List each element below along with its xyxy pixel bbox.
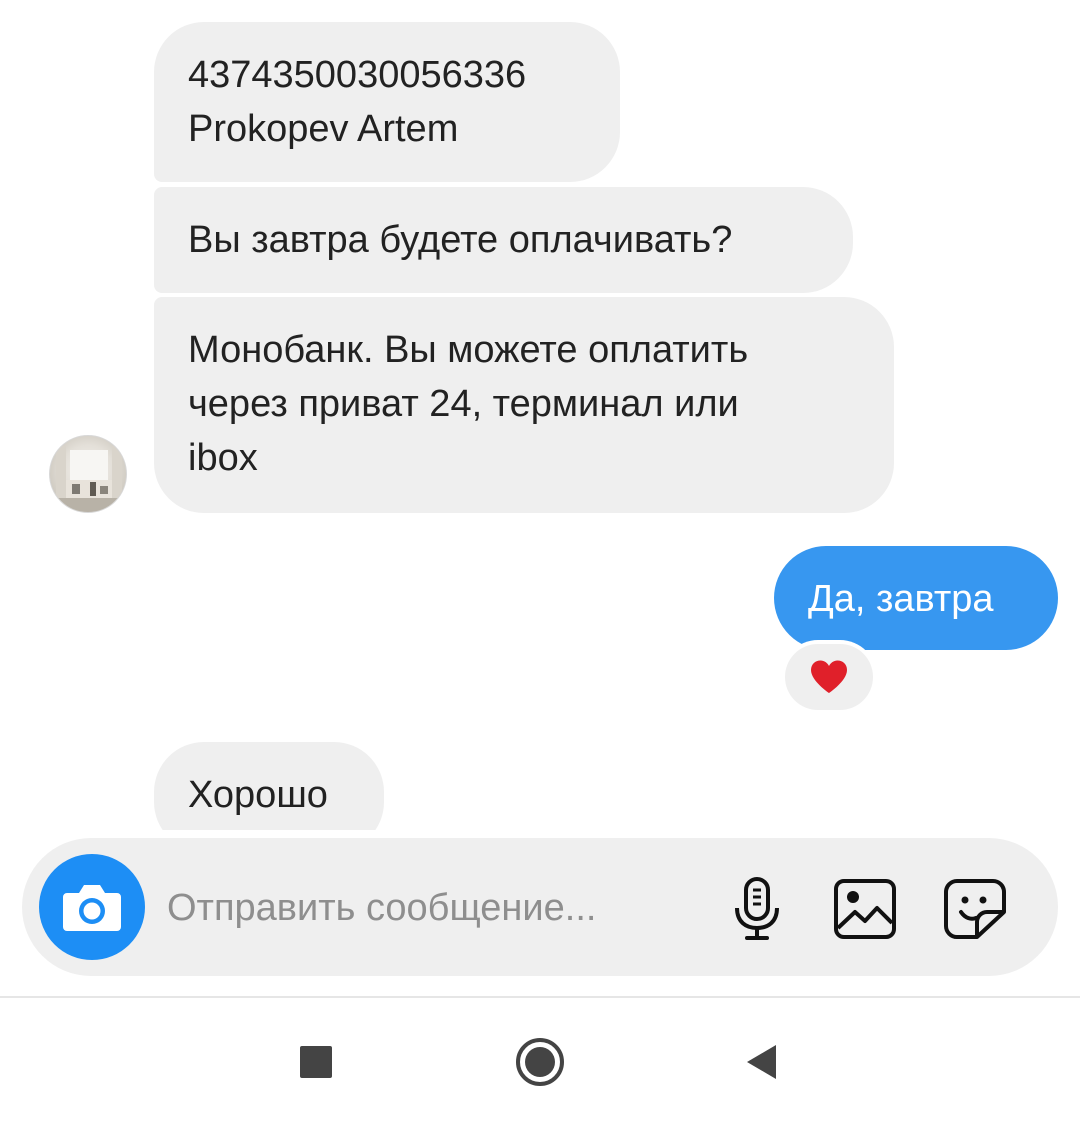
sticker-icon bbox=[944, 879, 1006, 939]
system-navigation-bar bbox=[0, 998, 1080, 1128]
message-text: 4374350030056336 Prokopev Artem bbox=[188, 54, 527, 150]
image-gallery-icon bbox=[834, 879, 896, 939]
sender-avatar[interactable] bbox=[49, 435, 127, 513]
message-text: Да, завтра bbox=[808, 578, 994, 620]
message-bubble-incoming[interactable]: Монобанк. Вы можете оплатить через прива… bbox=[154, 297, 894, 513]
message-reaction[interactable] bbox=[785, 644, 873, 710]
heart-icon bbox=[811, 660, 847, 693]
message-text: Хорошо bbox=[188, 774, 328, 816]
camera-icon bbox=[63, 885, 121, 931]
recents-button[interactable] bbox=[284, 1030, 348, 1094]
camera-button[interactable] bbox=[39, 854, 145, 960]
voice-message-button[interactable] bbox=[724, 876, 790, 942]
message-bubble-incoming[interactable]: 4374350030056336 Prokopev Artem bbox=[154, 22, 620, 182]
chat-screen: 4374350030056336 Prokopev Artem Вы завтр… bbox=[0, 0, 1080, 1128]
composer-area bbox=[0, 830, 1080, 996]
square-recents-icon bbox=[300, 1046, 332, 1078]
back-button[interactable] bbox=[730, 1030, 794, 1094]
circle-home-icon bbox=[516, 1038, 564, 1086]
gallery-button[interactable] bbox=[832, 876, 898, 942]
sticker-button[interactable] bbox=[942, 876, 1008, 942]
home-button[interactable] bbox=[508, 1030, 572, 1094]
message-text: Монобанк. Вы можете оплатить через прива… bbox=[188, 329, 749, 479]
message-composer bbox=[22, 838, 1058, 976]
microphone-icon bbox=[735, 877, 779, 940]
triangle-back-icon bbox=[747, 1045, 776, 1079]
avatar-photo bbox=[50, 446, 126, 512]
message-input[interactable] bbox=[167, 880, 707, 936]
message-bubble-incoming[interactable]: Вы завтра будете оплачивать? bbox=[154, 187, 853, 293]
message-text: Вы завтра будете оплачивать? bbox=[188, 219, 733, 261]
message-bubble-outgoing[interactable]: Да, завтра bbox=[774, 546, 1058, 650]
